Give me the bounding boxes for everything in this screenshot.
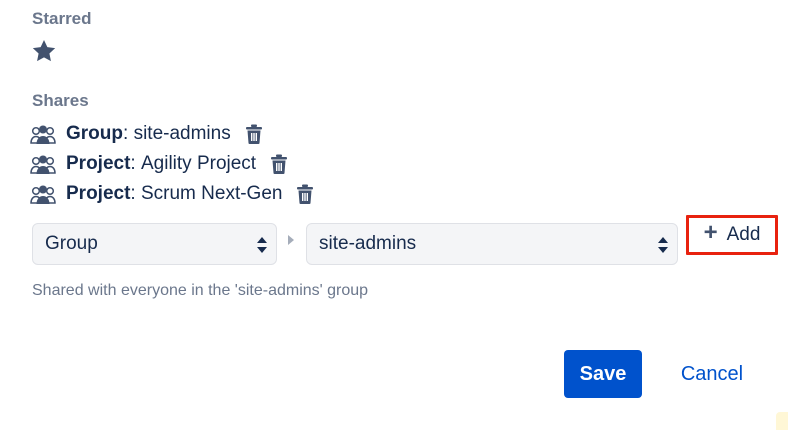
- select-updown-icon: [257, 237, 267, 253]
- share-target-select-value: site-admins: [319, 233, 417, 254]
- shares-label: Shares: [32, 91, 89, 110]
- share-separator: :: [130, 153, 136, 174]
- select-updown-icon: [658, 237, 668, 253]
- share-type-select-value: Group: [45, 233, 98, 254]
- share-separator: :: [123, 123, 129, 144]
- share-type: Project: [66, 183, 131, 204]
- plus-icon: +: [703, 219, 718, 246]
- share-name: Agility Project: [140, 153, 257, 174]
- trash-icon[interactable]: [296, 184, 314, 204]
- share-item-project-agility: Project: Agility Project: [30, 151, 288, 177]
- people-icon: [30, 185, 56, 204]
- share-item-project-scrum: Project: Scrum Next-Gen: [30, 181, 314, 207]
- add-share-button[interactable]: + Add: [686, 215, 778, 255]
- share-type-select[interactable]: Group: [32, 223, 277, 265]
- save-button[interactable]: Save: [564, 350, 642, 398]
- people-icon: [30, 155, 56, 174]
- cancel-button[interactable]: Cancel: [668, 350, 756, 398]
- share-name: Scrum Next-Gen: [140, 183, 283, 204]
- share-separator: :: [130, 183, 136, 204]
- starred-label: Starred: [32, 9, 92, 28]
- trash-icon[interactable]: [245, 124, 263, 144]
- share-type: Group: [66, 123, 123, 144]
- caret-right-icon: [288, 235, 294, 245]
- share-help-text: Shared with everyone in the 'site-admins…: [32, 282, 369, 299]
- trash-icon[interactable]: [270, 154, 288, 174]
- share-target-select[interactable]: site-admins: [306, 223, 678, 265]
- corner-decoration: [776, 412, 788, 430]
- star-icon[interactable]: [31, 38, 57, 64]
- add-button-label: Add: [726, 224, 761, 245]
- share-item-group-site-admins: Group: site-admins: [30, 121, 263, 147]
- share-name: site-admins: [133, 123, 231, 144]
- people-icon: [30, 125, 56, 144]
- share-type: Project: [66, 153, 131, 174]
